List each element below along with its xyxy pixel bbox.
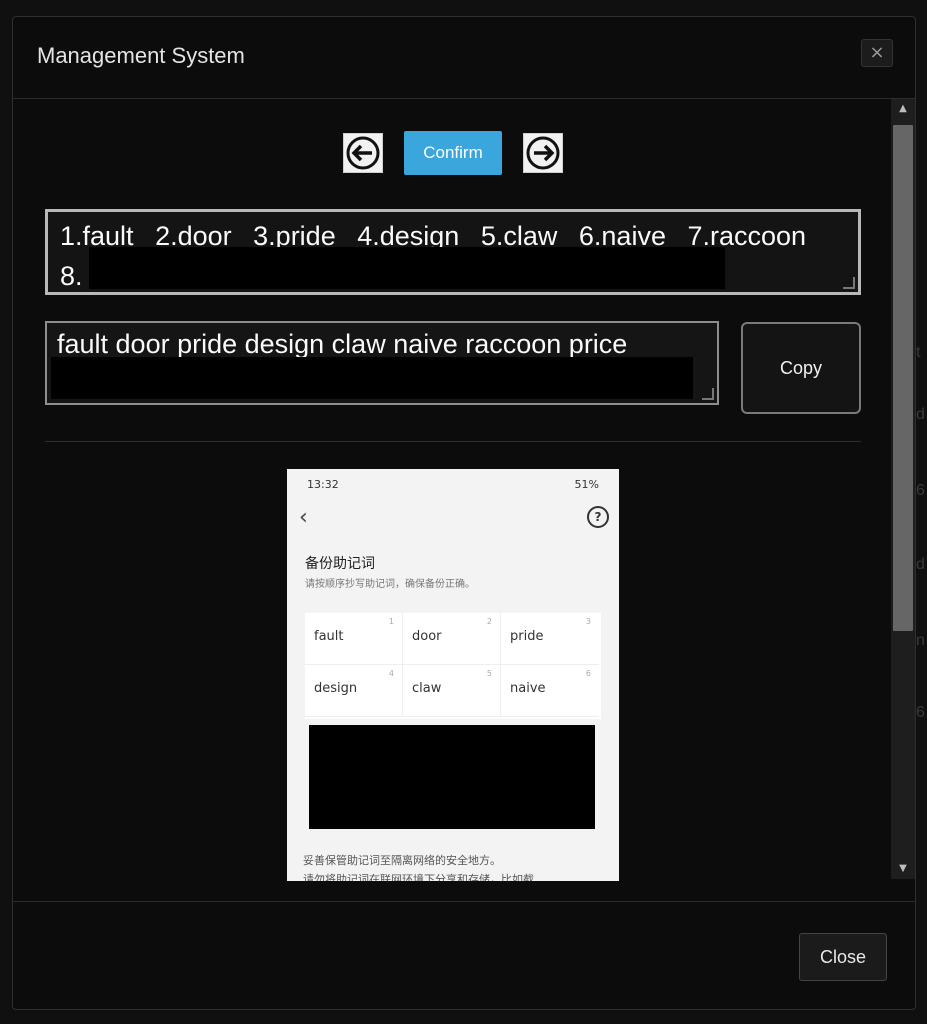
background-text: t <box>916 344 921 361</box>
scrollbar[interactable]: ▲ ▼ <box>891 99 915 879</box>
cell-word: fault <box>314 629 344 644</box>
grid-cell: 6 naive <box>501 665 599 717</box>
prev-button[interactable] <box>343 133 383 173</box>
next-button[interactable] <box>523 133 563 173</box>
phone-note: 妥善保管助记词至隔离网络的安全地方。 <box>303 854 501 867</box>
phone-title: 备份助记词 <box>305 556 375 572</box>
nav-row: Confirm <box>13 131 891 177</box>
redaction-block <box>51 357 693 399</box>
modal-footer: Close <box>13 901 915 1009</box>
cell-number: 4 <box>388 669 394 678</box>
grid-cell: 2 door <box>403 613 501 665</box>
grid-cell: 4 design <box>305 665 403 717</box>
phone-subtitle: 请按顺序抄写助记词，确保备份正确。 <box>305 579 475 590</box>
arrow-right-icon <box>526 136 560 170</box>
cell-word: door <box>412 629 442 644</box>
scroll-thumb[interactable] <box>893 125 913 631</box>
cell-number: 6 <box>585 669 591 678</box>
cell-number: 5 <box>486 669 492 678</box>
resize-handle[interactable] <box>843 277 855 289</box>
grid-cell: 1 fault <box>305 613 403 665</box>
background-text: d <box>916 406 925 423</box>
close-button[interactable]: Close <box>799 933 887 981</box>
confirm-button[interactable]: Confirm <box>404 131 502 175</box>
resize-handle[interactable] <box>702 388 714 400</box>
mnemonic-grid: 1 fault 2 door 3 pride 4 design 5 claw 6… <box>305 613 601 719</box>
help-icon: ? <box>587 506 609 528</box>
cell-word: pride <box>510 629 544 644</box>
modal-dialog: Management System × Confirm 1.fault 2.do… <box>12 16 916 1010</box>
modal-header: Management System × <box>13 17 915 99</box>
phone-note: 请勿将助记词在联网环境下分享和存储，比如截 <box>303 873 534 881</box>
background-text: n <box>916 632 925 649</box>
background-text: 6 <box>916 704 925 721</box>
cell-word: design <box>314 681 358 696</box>
arrow-left-icon <box>346 136 380 170</box>
redaction-block <box>309 725 595 829</box>
divider <box>45 441 861 442</box>
scroll-up-arrow-icon[interactable]: ▲ <box>891 99 915 119</box>
redaction-block <box>89 247 725 289</box>
phone-screenshot: 13:32 51% ‹ ? 备份助记词 请按顺序抄写助记词，确保备份正确。 1 … <box>287 469 619 881</box>
copy-button[interactable]: Copy <box>741 322 861 414</box>
status-battery: 51% <box>574 478 599 491</box>
word-item: 8. <box>60 261 83 291</box>
background-text: d <box>916 556 925 573</box>
cell-number: 3 <box>585 617 591 626</box>
background-text: 6 <box>916 482 925 499</box>
cell-word: naive <box>510 681 546 696</box>
status-time: 13:32 <box>307 478 339 491</box>
scroll-down-arrow-icon[interactable]: ▼ <box>891 859 915 879</box>
close-icon[interactable]: × <box>861 39 893 67</box>
grid-cell: 5 claw <box>403 665 501 717</box>
phrase-text: fault door pride design claw naive racco… <box>57 329 628 359</box>
modal-title: Management System <box>37 43 245 68</box>
cell-word: claw <box>412 681 442 696</box>
modal-body: Confirm 1.fault 2.door 3.pride 4.design … <box>13 99 915 901</box>
back-chevron-icon: ‹ <box>299 505 308 530</box>
cell-number: 2 <box>486 617 492 626</box>
grid-cell: 3 pride <box>501 613 599 665</box>
cell-number: 1 <box>388 617 394 626</box>
